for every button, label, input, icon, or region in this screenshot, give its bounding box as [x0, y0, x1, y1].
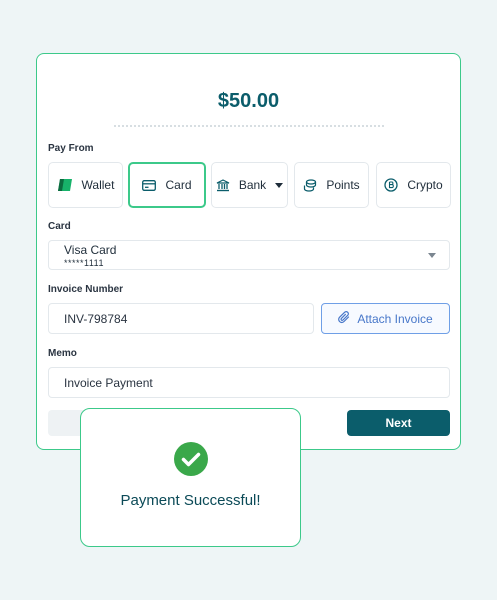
coins-icon [303, 178, 317, 192]
method-wallet-button[interactable]: Wallet [48, 162, 123, 208]
method-card-button[interactable]: Card [128, 162, 206, 208]
pay-from-label: Pay From [48, 143, 94, 154]
method-label: Card [165, 178, 192, 192]
memo-label: Memo [48, 348, 77, 359]
check-circle-icon [174, 442, 208, 476]
payment-panel: $50.00 Pay From Wallet Card Bank Points … [36, 53, 461, 450]
card-select[interactable]: Visa Card *****1111 [48, 240, 450, 270]
amount-divider [114, 125, 384, 127]
chevron-down-icon [275, 182, 284, 188]
method-bank-button[interactable]: Bank [211, 162, 288, 208]
success-toast: Payment Successful! [80, 408, 301, 547]
payment-amount: $50.00 [217, 90, 280, 112]
method-points-button[interactable]: Points [294, 162, 369, 208]
wallet-icon [57, 178, 73, 192]
invoice-number-label: Invoice Number [48, 284, 124, 295]
attach-invoice-label: Attach Invoice [357, 311, 433, 326]
method-label: Bank [238, 178, 267, 192]
bitcoin-icon [384, 178, 398, 192]
credit-card-icon [142, 179, 157, 191]
caret-down-icon [428, 253, 436, 258]
card-section-label: Card [48, 221, 71, 232]
bank-icon [216, 178, 230, 192]
method-label: Crypto [407, 178, 443, 192]
invoice-number-input[interactable]: INV-798784 [48, 303, 314, 334]
card-masked-number: *****1111 [64, 258, 105, 268]
memo-input[interactable]: Invoice Payment [48, 367, 450, 398]
paperclip-icon [338, 310, 350, 327]
method-crypto-button[interactable]: Crypto [376, 162, 451, 208]
success-message: Payment Successful! [120, 492, 261, 509]
attach-invoice-button[interactable]: Attach Invoice [321, 303, 450, 334]
method-label: Wallet [81, 178, 115, 192]
card-name: Visa Card [64, 243, 117, 257]
method-label: Points [326, 178, 360, 192]
next-button[interactable]: Next [347, 410, 450, 436]
